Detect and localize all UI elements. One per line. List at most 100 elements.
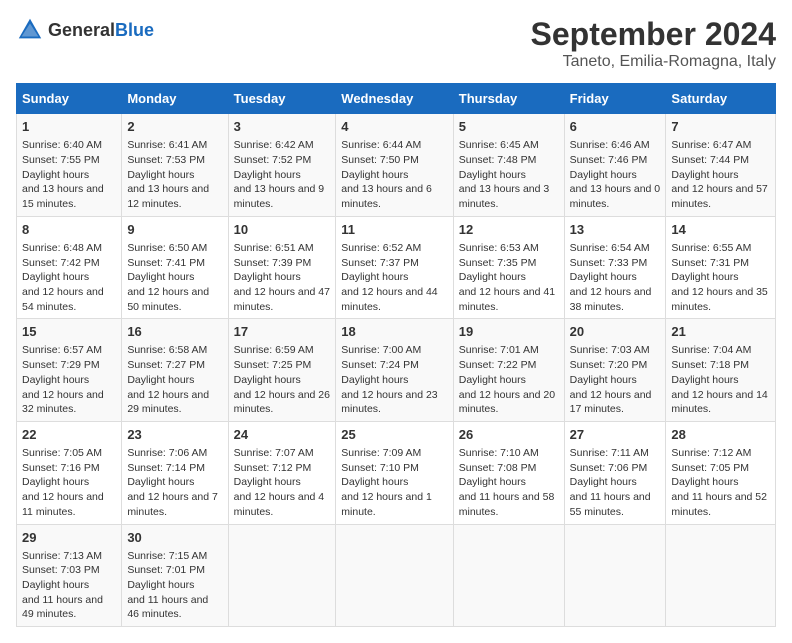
day-number: 7 bbox=[671, 118, 770, 136]
calendar-cell: 10 Sunrise: 6:51 AMSunset: 7:39 PMDayligh… bbox=[228, 216, 336, 319]
day-number: 4 bbox=[341, 118, 447, 136]
cell-content: Sunrise: 6:58 AMSunset: 7:27 PMDaylight … bbox=[127, 343, 222, 416]
header-cell-friday: Friday bbox=[564, 84, 666, 114]
cell-content: Sunrise: 6:48 AMSunset: 7:42 PMDaylight … bbox=[22, 241, 116, 314]
title-area: September 2024 Taneto, Emilia-Romagna, I… bbox=[531, 16, 776, 71]
calendar-cell bbox=[666, 524, 776, 627]
day-number: 22 bbox=[22, 426, 116, 444]
cell-content: Sunrise: 6:50 AMSunset: 7:41 PMDaylight … bbox=[127, 241, 222, 314]
cell-content: Sunrise: 6:40 AMSunset: 7:55 PMDaylight … bbox=[22, 138, 116, 211]
calendar-cell: 23Sunrise: 7:06 AMSunset: 7:14 PMDayligh… bbox=[122, 421, 228, 524]
calendar-cell: 22 Sunrise: 7:05 AMSunset: 7:16 PMDayligh… bbox=[17, 421, 122, 524]
cell-content: Sunrise: 7:13 AMSunset: 7:03 PMDaylight … bbox=[22, 549, 116, 622]
calendar-cell: 8 Sunrise: 6:48 AMSunset: 7:42 PMDaylight… bbox=[17, 216, 122, 319]
calendar-cell: 18Sunrise: 7:00 AMSunset: 7:24 PMDayligh… bbox=[336, 319, 453, 422]
cell-content: Sunrise: 7:12 AMSunset: 7:05 PMDaylight … bbox=[671, 446, 770, 519]
day-number: 10 bbox=[234, 221, 331, 239]
cell-content: Sunrise: 7:11 AMSunset: 7:06 PMDaylight … bbox=[570, 446, 661, 519]
cell-content: Sunrise: 7:09 AMSunset: 7:10 PMDaylight … bbox=[341, 446, 447, 519]
day-number: 1 bbox=[22, 118, 116, 136]
day-number: 3 bbox=[234, 118, 331, 136]
calendar-cell bbox=[228, 524, 336, 627]
cell-content: Sunrise: 6:51 AMSunset: 7:39 PMDaylight … bbox=[234, 241, 331, 314]
day-number: 13 bbox=[570, 221, 661, 239]
cell-content: Sunrise: 7:01 AMSunset: 7:22 PMDaylight … bbox=[459, 343, 559, 416]
cell-content: Sunrise: 6:42 AMSunset: 7:52 PMDaylight … bbox=[234, 138, 331, 211]
cell-content: Sunrise: 6:57 AMSunset: 7:29 PMDaylight … bbox=[22, 343, 116, 416]
calendar-cell: 14 Sunrise: 6:55 AMSunset: 7:31 PMDayligh… bbox=[666, 216, 776, 319]
day-number: 21 bbox=[671, 323, 770, 341]
calendar-cell: 21 Sunrise: 7:04 AMSunset: 7:18 PMDayligh… bbox=[666, 319, 776, 422]
page-subtitle: Taneto, Emilia-Romagna, Italy bbox=[531, 53, 776, 71]
calendar-cell: 24Sunrise: 7:07 AMSunset: 7:12 PMDayligh… bbox=[228, 421, 336, 524]
day-number: 9 bbox=[127, 221, 222, 239]
header-row: SundayMondayTuesdayWednesdayThursdayFrid… bbox=[17, 84, 776, 114]
cell-content: Sunrise: 6:54 AMSunset: 7:33 PMDaylight … bbox=[570, 241, 661, 314]
calendar-cell: 17 Sunrise: 6:59 AMSunset: 7:25 PMDayligh… bbox=[228, 319, 336, 422]
day-number: 29 bbox=[22, 529, 116, 547]
cell-content: Sunrise: 6:53 AMSunset: 7:35 PMDaylight … bbox=[459, 241, 559, 314]
header-cell-wednesday: Wednesday bbox=[336, 84, 453, 114]
day-number: 25 bbox=[341, 426, 447, 444]
day-number: 18 bbox=[341, 323, 447, 341]
cell-content: Sunrise: 7:04 AMSunset: 7:18 PMDaylight … bbox=[671, 343, 770, 416]
calendar-cell: 28 Sunrise: 7:12 AMSunset: 7:05 PMDayligh… bbox=[666, 421, 776, 524]
calendar-cell: 5 Sunrise: 6:45 AMSunset: 7:48 PMDaylight… bbox=[453, 114, 564, 217]
day-number: 5 bbox=[459, 118, 559, 136]
day-number: 24 bbox=[234, 426, 331, 444]
calendar-cell: 27 Sunrise: 7:11 AMSunset: 7:06 PMDayligh… bbox=[564, 421, 666, 524]
header-cell-monday: Monday bbox=[122, 84, 228, 114]
cell-content: Sunrise: 7:03 AMSunset: 7:20 PMDaylight … bbox=[570, 343, 661, 416]
calendar-cell bbox=[453, 524, 564, 627]
calendar-week-5: 29 Sunrise: 7:13 AMSunset: 7:03 PMDayligh… bbox=[17, 524, 776, 627]
calendar-cell: 19Sunrise: 7:01 AMSunset: 7:22 PMDayligh… bbox=[453, 319, 564, 422]
calendar-cell: 12Sunrise: 6:53 AMSunset: 7:35 PMDayligh… bbox=[453, 216, 564, 319]
logo: GeneralBlue bbox=[16, 16, 154, 44]
cell-content: Sunrise: 6:59 AMSunset: 7:25 PMDaylight … bbox=[234, 343, 331, 416]
calendar-week-3: 15Sunrise: 6:57 AMSunset: 7:29 PMDayligh… bbox=[17, 319, 776, 422]
calendar-cell: 3 Sunrise: 6:42 AMSunset: 7:52 PMDaylight… bbox=[228, 114, 336, 217]
page-title: September 2024 bbox=[531, 16, 776, 53]
cell-content: Sunrise: 6:45 AMSunset: 7:48 PMDaylight … bbox=[459, 138, 559, 211]
header-cell-sunday: Sunday bbox=[17, 84, 122, 114]
calendar-cell: 6 Sunrise: 6:46 AMSunset: 7:46 PMDaylight… bbox=[564, 114, 666, 217]
cell-content: Sunrise: 7:10 AMSunset: 7:08 PMDaylight … bbox=[459, 446, 559, 519]
logo-general: General bbox=[48, 20, 115, 40]
cell-content: Sunrise: 6:41 AMSunset: 7:53 PMDaylight … bbox=[127, 138, 222, 211]
day-number: 17 bbox=[234, 323, 331, 341]
calendar-cell: 11Sunrise: 6:52 AMSunset: 7:37 PMDayligh… bbox=[336, 216, 453, 319]
calendar-cell bbox=[564, 524, 666, 627]
day-number: 28 bbox=[671, 426, 770, 444]
calendar-cell: 4Sunrise: 6:44 AMSunset: 7:50 PMDaylight… bbox=[336, 114, 453, 217]
day-number: 26 bbox=[459, 426, 559, 444]
calendar-cell: 2 Sunrise: 6:41 AMSunset: 7:53 PMDaylight… bbox=[122, 114, 228, 217]
calendar-cell: 1 Sunrise: 6:40 AMSunset: 7:55 PMDaylight… bbox=[17, 114, 122, 217]
day-number: 14 bbox=[671, 221, 770, 239]
day-number: 8 bbox=[22, 221, 116, 239]
header: GeneralBlue September 2024 Taneto, Emili… bbox=[16, 16, 776, 71]
calendar-week-4: 22 Sunrise: 7:05 AMSunset: 7:16 PMDayligh… bbox=[17, 421, 776, 524]
calendar-week-1: 1 Sunrise: 6:40 AMSunset: 7:55 PMDaylight… bbox=[17, 114, 776, 217]
calendar-table: SundayMondayTuesdayWednesdayThursdayFrid… bbox=[16, 83, 776, 627]
header-cell-tuesday: Tuesday bbox=[228, 84, 336, 114]
cell-content: Sunrise: 7:05 AMSunset: 7:16 PMDaylight … bbox=[22, 446, 116, 519]
day-number: 6 bbox=[570, 118, 661, 136]
day-number: 2 bbox=[127, 118, 222, 136]
calendar-cell: 7 Sunrise: 6:47 AMSunset: 7:44 PMDaylight… bbox=[666, 114, 776, 217]
calendar-cell: 30Sunrise: 7:15 AMSunset: 7:01 PMDayligh… bbox=[122, 524, 228, 627]
cell-content: Sunrise: 6:47 AMSunset: 7:44 PMDaylight … bbox=[671, 138, 770, 211]
day-number: 27 bbox=[570, 426, 661, 444]
day-number: 16 bbox=[127, 323, 222, 341]
day-number: 20 bbox=[570, 323, 661, 341]
cell-content: Sunrise: 7:15 AMSunset: 7:01 PMDaylight … bbox=[127, 549, 222, 622]
calendar-cell: 20 Sunrise: 7:03 AMSunset: 7:20 PMDayligh… bbox=[564, 319, 666, 422]
cell-content: Sunrise: 7:06 AMSunset: 7:14 PMDaylight … bbox=[127, 446, 222, 519]
cell-content: Sunrise: 6:55 AMSunset: 7:31 PMDaylight … bbox=[671, 241, 770, 314]
cell-content: Sunrise: 6:46 AMSunset: 7:46 PMDaylight … bbox=[570, 138, 661, 211]
calendar-cell: 29 Sunrise: 7:13 AMSunset: 7:03 PMDayligh… bbox=[17, 524, 122, 627]
cell-content: Sunrise: 6:52 AMSunset: 7:37 PMDaylight … bbox=[341, 241, 447, 314]
header-cell-saturday: Saturday bbox=[666, 84, 776, 114]
logo-blue: Blue bbox=[115, 20, 154, 40]
calendar-cell: 13 Sunrise: 6:54 AMSunset: 7:33 PMDayligh… bbox=[564, 216, 666, 319]
header-cell-thursday: Thursday bbox=[453, 84, 564, 114]
